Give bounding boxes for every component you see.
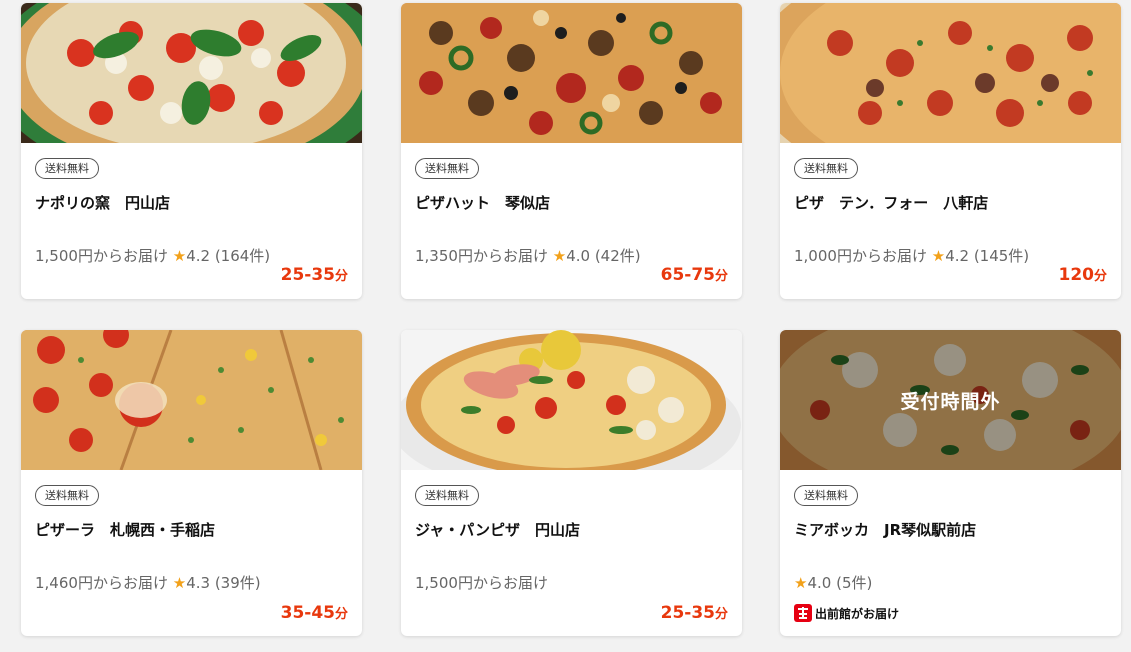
shop-meta: 1,500円からお届け ★4.2 (164件): [35, 245, 270, 266]
tomato-cheese-pizza-photo: [21, 330, 362, 470]
min-order-price: 1,000円からお届け: [794, 247, 927, 265]
delivery-time-range: 25-35: [660, 603, 715, 623]
shop-card-pizzala[interactable]: 送料無料 ピザーラ 札幌西・手稲店 1,460円からお届け ★4.3 (39件)…: [21, 330, 362, 636]
rating-value: 4.0: [566, 247, 591, 265]
delivery-time: 65-75分: [661, 265, 728, 285]
delivery-time: 25-35分: [661, 603, 728, 623]
free-delivery-badge: 送料無料: [794, 158, 858, 179]
shop-meta: 1,000円からお届け ★4.2 (145件): [794, 245, 1029, 266]
min-order-price: 1,460円からお届け: [35, 574, 168, 592]
shop-card-japan-pizza[interactable]: 送料無料 ジャ・パンピザ 円山店 1,500円からお届け 25-35分: [401, 330, 742, 636]
shop-name: ナポリの窯 円山店: [35, 194, 171, 212]
star-icon: ★: [794, 574, 808, 592]
shop-name: ピザ テン．フォー 八軒店: [794, 194, 989, 212]
basil-pizza-photo: 受付時間外: [780, 330, 1121, 470]
delivery-time-unit: 分: [1093, 269, 1107, 284]
delivery-time-range: 35-45: [280, 603, 335, 623]
delivery-time-unit: 分: [334, 607, 348, 622]
delivery-time: 35-45分: [281, 603, 348, 623]
delivery-time: 120分: [1058, 265, 1107, 285]
free-delivery-badge: 送料無料: [35, 158, 99, 179]
star-icon: ★: [552, 247, 567, 265]
delivery-time-range: 65-75: [660, 265, 715, 285]
review-count: (145件): [973, 247, 1030, 265]
review-count: (164件): [214, 247, 271, 265]
shop-name: ミアボッカ JR琴似駅前店: [794, 521, 977, 539]
shop-name: ジャ・パンピザ 円山店: [415, 521, 581, 539]
margherita-pizza-photo: [21, 3, 362, 143]
shop-card-mia-bocca[interactable]: 受付時間外 送料無料 ミアボッカ JR琴似駅前店 ★4.0 (5件) 出前館がお…: [780, 330, 1121, 636]
min-order-price: 1,500円からお届け: [35, 247, 168, 265]
shop-name: ピザーラ 札幌西・手稲店: [35, 521, 216, 539]
rating-value: 4.3: [186, 574, 211, 592]
rating-value: 4.2: [186, 247, 211, 265]
delivery-time-range: 25-35: [280, 265, 335, 285]
closed-overlay: 受付時間外: [780, 330, 1121, 470]
shop-meta: 1,460円からお届け ★4.3 (39件): [35, 572, 261, 593]
demaecan-logo-icon: [794, 604, 812, 622]
supreme-pizza-photo: [401, 3, 742, 143]
shop-meta: 1,350円からお届け ★4.0 (42件): [415, 245, 641, 266]
min-order-price: 1,500円からお届け: [415, 574, 548, 592]
shop-card-napoli[interactable]: 送料無料 ナポリの窯 円山店 1,500円からお届け ★4.2 (164件) 2…: [21, 3, 362, 299]
delivery-by-text: 出前館がお届け: [815, 606, 900, 621]
demaecan-delivery-label: 出前館がお届け: [794, 604, 899, 622]
shop-meta: 1,500円からお届け: [415, 572, 548, 593]
review-count: (39件): [214, 574, 261, 592]
seafood-pizza-photo: [401, 330, 742, 470]
free-delivery-badge: 送料無料: [35, 485, 99, 506]
review-count: (42件): [594, 247, 641, 265]
free-delivery-badge: 送料無料: [415, 485, 479, 506]
delivery-time-unit: 分: [334, 269, 348, 284]
star-icon: ★: [172, 247, 187, 265]
free-delivery-badge: 送料無料: [794, 485, 858, 506]
shop-meta: ★4.0 (5件): [794, 572, 872, 593]
delivery-time: 25-35分: [281, 265, 348, 285]
min-order-price: 1,350円からお届け: [415, 247, 548, 265]
rating-value: 4.0: [807, 574, 832, 592]
star-icon: ★: [931, 247, 946, 265]
free-delivery-badge: 送料無料: [415, 158, 479, 179]
delivery-time-range: 120: [1058, 265, 1094, 285]
star-icon: ★: [172, 574, 187, 592]
delivery-time-unit: 分: [714, 607, 728, 622]
review-count: (5件): [836, 574, 873, 592]
shop-card-pizzahut[interactable]: 送料無料 ピザハット 琴似店 1,350円からお届け ★4.0 (42件) 65…: [401, 3, 742, 299]
shop-card-ten-four[interactable]: 送料無料 ピザ テン．フォー 八軒店 1,000円からお届け ★4.2 (145…: [780, 3, 1121, 299]
rating-value: 4.2: [945, 247, 970, 265]
delivery-time-unit: 分: [714, 269, 728, 284]
shop-name: ピザハット 琴似店: [415, 194, 551, 212]
salami-pizza-photo: [780, 3, 1121, 143]
